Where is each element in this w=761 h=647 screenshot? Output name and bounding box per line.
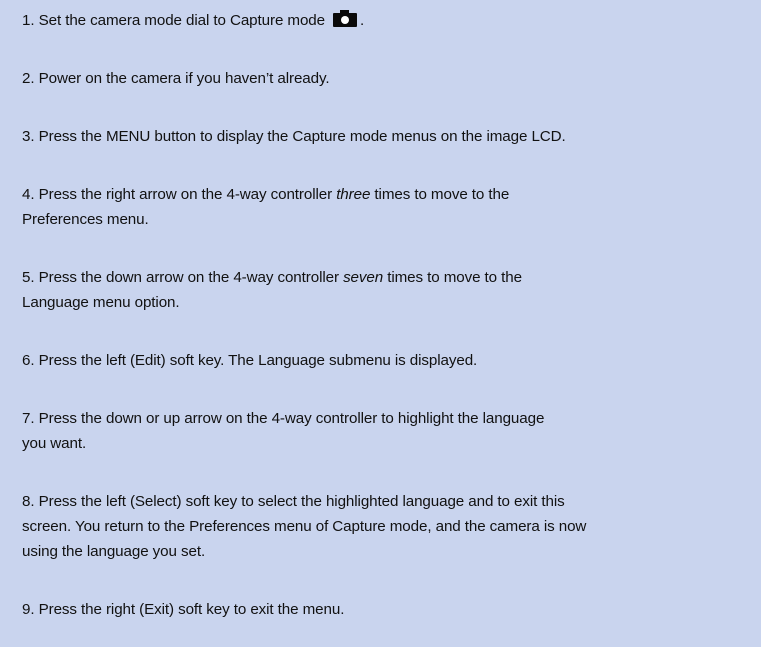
step-text: Set the camera mode dial to Capture mode [38, 12, 326, 29]
instructions-panel: 1. Set the camera mode dial to Capture m… [0, 0, 761, 647]
step-text-line-2: Preferences menu. [22, 211, 149, 228]
step-text-line-2: screen. You return to the Preferences me… [22, 518, 587, 535]
step-2: 2. Power on the camera if you haven’t al… [22, 66, 739, 91]
step-1: 1. Set the camera mode dial to Capture m… [22, 8, 739, 33]
step-text-line-2: you want. [22, 435, 87, 452]
step-number: 3. [22, 128, 35, 145]
step-text: Press the right (Exit) soft key to exit … [38, 601, 345, 618]
step-4: 4. Press the right arrow on the 4-way co… [22, 182, 739, 232]
step-emphasis: three [336, 186, 371, 203]
step-6: 6. Press the left (Edit) soft key. The L… [22, 348, 739, 373]
step-number: 1. [22, 12, 35, 29]
step-7: 7. Press the down or up arrow on the 4-w… [22, 406, 739, 456]
step-emphasis: seven [343, 269, 384, 286]
step-text: Press the down or up arrow on the 4-way … [38, 410, 545, 427]
step-text-line-3: using the language you set. [22, 543, 206, 560]
step-text: Press the left (Edit) soft key. The Lang… [38, 352, 478, 369]
step-number: 9. [22, 601, 35, 618]
camera-icon [331, 10, 359, 28]
step-text: Press the down arrow on the 4-way contro… [38, 269, 344, 286]
step-text: Press the right arrow on the 4-way contr… [38, 186, 337, 203]
step-8: 8. Press the left (Select) soft key to s… [22, 489, 739, 564]
step-9: 9. Press the right (Exit) soft key to ex… [22, 597, 739, 622]
step-text: times to move to the [370, 186, 510, 203]
step-number: 7. [22, 410, 35, 427]
step-3: 3. Press the MENU button to display the … [22, 124, 739, 149]
step-number: 2. [22, 70, 35, 87]
step-text: Power on the camera if you haven’t alrea… [38, 70, 330, 87]
step-number: 5. [22, 269, 35, 286]
step-number: 8. [22, 493, 35, 510]
step-number: 6. [22, 352, 35, 369]
step-text: times to move to the [383, 269, 522, 286]
step-text: Press the left (Select) soft key to sele… [38, 493, 565, 510]
step-number: 4. [22, 186, 35, 203]
step-text-line-2: Language menu option. [22, 294, 180, 311]
step-punctuation: . [360, 12, 365, 29]
step-text: Press the MENU button to display the Cap… [38, 128, 566, 145]
step-5: 5. Press the down arrow on the 4-way con… [22, 265, 739, 315]
